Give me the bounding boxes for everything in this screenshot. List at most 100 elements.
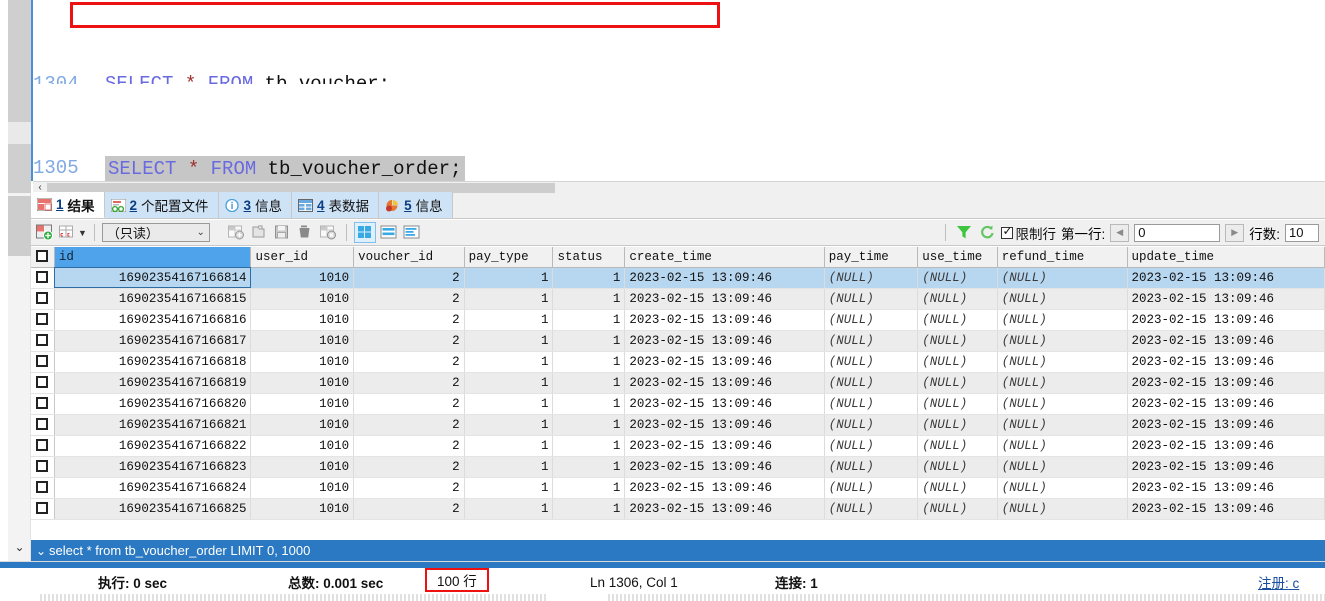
cell-id[interactable]: 16902354167166820: [54, 393, 252, 415]
row-count-input[interactable]: 10: [1285, 223, 1319, 242]
table-row[interactable]: 16902354167166822 1010 2 1 1 2023-02-15 13:09…: [31, 435, 1325, 457]
cell-voucher_id[interactable]: 2: [353, 309, 465, 331]
executed-query-bar[interactable]: ⌄ select * from tb_voucher_order LIMIT 0…: [31, 540, 1325, 561]
cell-create_time[interactable]: 2023-02-15 13:09:46: [624, 477, 825, 499]
scrollbar-thumb[interactable]: [8, 196, 31, 256]
cell-use_time[interactable]: (NULL): [917, 477, 998, 499]
cell-id[interactable]: 16902354167166814: [54, 267, 252, 289]
cell-voucher_id[interactable]: 2: [353, 267, 465, 289]
cell-update_time[interactable]: 2023-02-15 13:09:46: [1127, 267, 1325, 289]
column-header-refund_time[interactable]: refund_time: [997, 247, 1128, 268]
cell-pay_type[interactable]: 1: [464, 309, 554, 331]
register-link[interactable]: 注册: c: [1258, 572, 1299, 592]
cell-refund_time[interactable]: (NULL): [997, 456, 1128, 478]
cell-refund_time[interactable]: (NULL): [997, 414, 1128, 436]
open-file-icon[interactable]: [250, 223, 270, 242]
view-form-icon[interactable]: [379, 223, 399, 242]
save-icon[interactable]: [273, 223, 293, 242]
cell-pay_type[interactable]: 1: [464, 372, 554, 394]
cell-update_time[interactable]: 2023-02-15 13:09:46: [1127, 456, 1325, 478]
cell-pay_type[interactable]: 1: [464, 330, 554, 352]
cell-use_time[interactable]: (NULL): [917, 414, 998, 436]
table-row[interactable]: 16902354167166823 1010 2 1 1 2023-02-15 13:09…: [31, 456, 1325, 478]
column-header-user_id[interactable]: user_id: [250, 247, 355, 268]
row-select-checkbox[interactable]: [31, 372, 55, 394]
cell-pay_time[interactable]: (NULL): [824, 309, 919, 331]
table-row[interactable]: 16902354167166820 1010 2 1 1 2023-02-15 13:09…: [31, 393, 1325, 415]
cell-create_time[interactable]: 2023-02-15 13:09:46: [624, 393, 825, 415]
remove-filter-icon[interactable]: [319, 223, 339, 242]
row-select-checkbox[interactable]: [31, 267, 55, 289]
cell-create_time[interactable]: 2023-02-15 13:09:46: [624, 288, 825, 310]
column-header-pay_time[interactable]: pay_time: [824, 247, 919, 268]
tab-result[interactable]: 1 结果: [31, 192, 105, 218]
cell-update_time[interactable]: 2023-02-15 13:09:46: [1127, 477, 1325, 499]
cell-user_id[interactable]: 1010: [250, 330, 355, 352]
column-header-create_time[interactable]: create_time: [624, 247, 825, 268]
row-select-checkbox[interactable]: [31, 351, 55, 373]
cell-voucher_id[interactable]: 2: [353, 435, 465, 457]
cell-user_id[interactable]: 1010: [250, 393, 355, 415]
cell-use_time[interactable]: (NULL): [917, 456, 998, 478]
cell-refund_time[interactable]: (NULL): [997, 498, 1128, 520]
table-row[interactable]: 16902354167166819 1010 2 1 1 2023-02-15 13:09…: [31, 372, 1325, 394]
code-line-1304[interactable]: 1304 SELECT * FROM tb_voucher;: [33, 72, 1325, 84]
cell-status[interactable]: 1: [552, 330, 626, 352]
cell-user_id[interactable]: 1010: [250, 435, 355, 457]
cell-status[interactable]: 1: [552, 288, 626, 310]
cell-id[interactable]: 16902354167166822: [54, 435, 252, 457]
column-header-id[interactable]: id: [54, 247, 252, 268]
cell-pay_type[interactable]: 1: [464, 435, 554, 457]
add-record-icon[interactable]: [35, 223, 55, 242]
cell-pay_type[interactable]: 1: [464, 393, 554, 415]
cell-id[interactable]: 16902354167166816: [54, 309, 252, 331]
cell-pay_time[interactable]: (NULL): [824, 393, 919, 415]
cell-update_time[interactable]: 2023-02-15 13:09:46: [1127, 414, 1325, 436]
column-header-pay_type[interactable]: pay_type: [464, 247, 554, 268]
cell-create_time[interactable]: 2023-02-15 13:09:46: [624, 330, 825, 352]
apply-changes-icon[interactable]: [227, 223, 247, 242]
cell-id[interactable]: 16902354167166821: [54, 414, 252, 436]
cell-create_time[interactable]: 2023-02-15 13:09:46: [624, 435, 825, 457]
sql-editor[interactable]: 1304 SELECT * FROM tb_voucher; 1305 SELE…: [0, 0, 1325, 193]
cell-user_id[interactable]: 1010: [250, 414, 355, 436]
first-row-input[interactable]: 0: [1134, 223, 1221, 242]
cell-pay_time[interactable]: (NULL): [824, 435, 919, 457]
view-grid-icon[interactable]: [353, 222, 376, 243]
cell-create_time[interactable]: 2023-02-15 13:09:46: [624, 498, 825, 520]
tab-info-3[interactable]: 3 信息: [218, 192, 293, 218]
table-row[interactable]: 16902354167166814 1010 2 1 1 2023-02-15 13:09…: [31, 267, 1325, 289]
cell-use_time[interactable]: (NULL): [917, 267, 998, 289]
code-line-1305[interactable]: 1305 SELECT * FROM tb_voucher_order;: [33, 144, 1325, 182]
cell-pay_type[interactable]: 1: [464, 456, 554, 478]
cell-pay_type[interactable]: 1: [464, 498, 554, 520]
cell-pay_type[interactable]: 1: [464, 414, 554, 436]
cell-refund_time[interactable]: (NULL): [997, 435, 1128, 457]
table-row[interactable]: 16902354167166821 1010 2 1 1 2023-02-15 13:09…: [31, 414, 1325, 436]
cell-user_id[interactable]: 1010: [250, 456, 355, 478]
cell-pay_time[interactable]: (NULL): [824, 330, 919, 352]
cell-refund_time[interactable]: (NULL): [997, 288, 1128, 310]
cell-pay_time[interactable]: (NULL): [824, 372, 919, 394]
cell-pay_time[interactable]: (NULL): [824, 414, 919, 436]
cell-pay_time[interactable]: (NULL): [824, 267, 919, 289]
select-all-checkbox-header[interactable]: [31, 247, 55, 268]
cell-pay_time[interactable]: (NULL): [824, 351, 919, 373]
cell-use_time[interactable]: (NULL): [917, 435, 998, 457]
cell-id[interactable]: 16902354167166824: [54, 477, 252, 499]
table-row[interactable]: 16902354167166818 1010 2 1 1 2023-02-15 13:09…: [31, 351, 1325, 373]
cell-status[interactable]: 1: [552, 393, 626, 415]
cell-voucher_id[interactable]: 2: [353, 456, 465, 478]
cell-use_time[interactable]: (NULL): [917, 372, 998, 394]
cell-create_time[interactable]: 2023-02-15 13:09:46: [624, 351, 825, 373]
table-row[interactable]: 16902354167166816 1010 2 1 1 2023-02-15 13:09…: [31, 309, 1325, 331]
cell-pay_time[interactable]: (NULL): [824, 456, 919, 478]
first-row-prev-button[interactable]: ◀: [1110, 223, 1130, 242]
tab-info-5[interactable]: 5 信息: [379, 192, 453, 218]
table-row[interactable]: 16902354167166817 1010 2 1 1 2023-02-15 13:09…: [31, 330, 1325, 352]
cell-pay_type[interactable]: 1: [464, 351, 554, 373]
cell-user_id[interactable]: 1010: [250, 288, 355, 310]
cell-create_time[interactable]: 2023-02-15 13:09:46: [624, 267, 825, 289]
cell-status[interactable]: 1: [552, 351, 626, 373]
cell-id[interactable]: 16902354167166815: [54, 288, 252, 310]
